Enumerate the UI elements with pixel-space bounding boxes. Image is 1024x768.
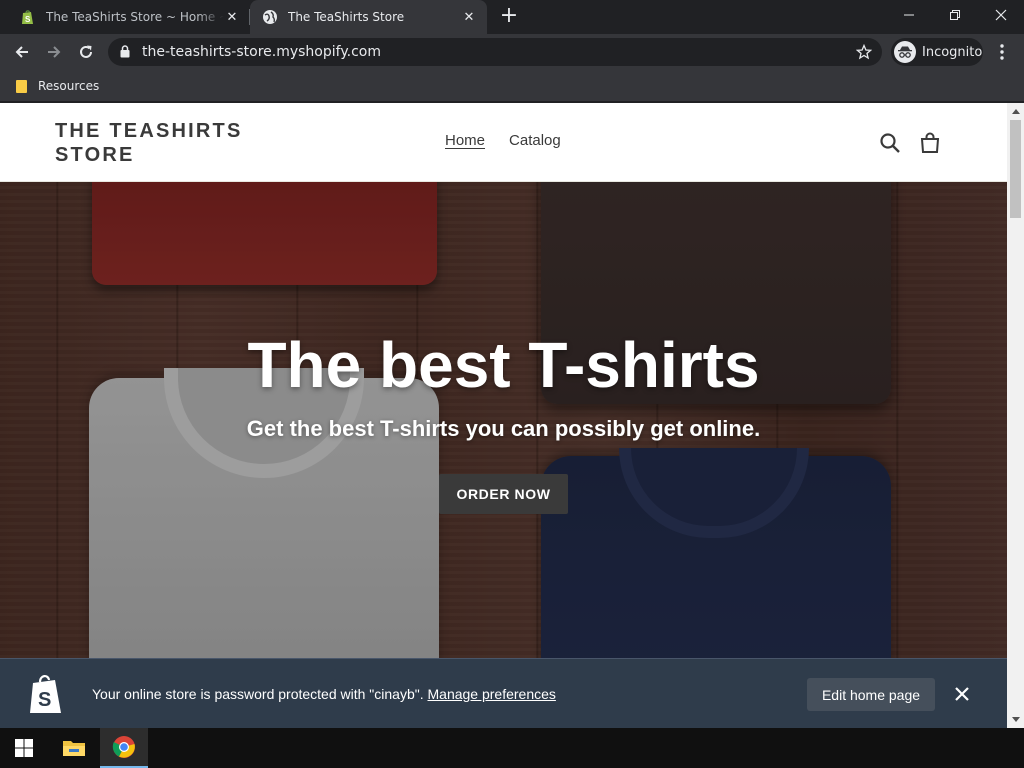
order-now-button[interactable]: ORDER NOW	[439, 474, 568, 514]
manage-preferences-link[interactable]: Manage preferences	[428, 686, 556, 702]
tab-title: The TeaShirts Store ~ Home ~ Shopify	[46, 10, 224, 24]
tab-store[interactable]: The TeaShirts Store ✕	[250, 0, 487, 34]
folder-icon	[16, 79, 27, 93]
minimize-button[interactable]	[886, 0, 932, 30]
store-logo[interactable]: THE TEASHIRTS STORE	[55, 119, 275, 167]
shopify-admin-bar: S Your online store is password protecte…	[0, 658, 1007, 728]
new-tab-button[interactable]: +	[497, 5, 521, 28]
tab-title: The TeaShirts Store	[288, 10, 405, 24]
scrollbar-thumb[interactable]	[1010, 120, 1021, 218]
hero-subtitle: Get the best T-shirts you can possibly g…	[246, 416, 761, 441]
profile-label: Incognito	[922, 44, 983, 60]
arrow-right-icon	[48, 46, 61, 58]
bookmarks-bar: Resources	[0, 70, 1024, 102]
bookmark-label: Resources	[38, 79, 100, 93]
start-button[interactable]	[0, 728, 48, 768]
windows-taskbar	[0, 728, 1024, 768]
search-icon[interactable]	[878, 131, 902, 155]
shopify-icon: S	[22, 10, 33, 24]
close-icon[interactable]	[953, 685, 971, 703]
password-notice: Your online store is password protected …	[92, 659, 556, 728]
file-explorer-taskbar-button[interactable]	[50, 728, 98, 768]
address-bar[interactable]: the-teashirts-store.myshopify.com	[108, 38, 882, 66]
chrome-icon	[112, 736, 135, 758]
back-button[interactable]	[8, 38, 36, 66]
browser-menu-button[interactable]	[990, 38, 1014, 66]
svg-text:S: S	[38, 689, 51, 711]
windows-logo-icon	[15, 739, 33, 757]
scroll-up-arrow-icon[interactable]	[1007, 103, 1024, 120]
bookmark-star-icon[interactable]	[856, 44, 872, 60]
hero-banner: The best T-shirts Get the best T-shirts …	[0, 182, 1007, 658]
page-viewport: THE TEASHIRTS STORE Home Catalog The bes…	[0, 103, 1007, 728]
site-header: THE TEASHIRTS STORE Home Catalog	[0, 103, 1007, 182]
chrome-taskbar-button[interactable]	[100, 728, 148, 768]
reload-icon	[80, 45, 92, 58]
arrow-left-icon	[15, 46, 28, 58]
tab-shopify-admin[interactable]: S The TeaShirts Store ~ Home ~ Shopify ✕	[8, 0, 250, 34]
lock-icon	[120, 45, 130, 58]
minimize-icon	[904, 14, 914, 16]
cart-icon[interactable]	[918, 131, 942, 155]
incognito-profile-button[interactable]: Incognito	[891, 38, 983, 66]
incognito-icon	[894, 41, 916, 63]
url-text: the-teashirts-store.myshopify.com	[142, 44, 381, 60]
bookmark-folder-resources[interactable]: Resources	[10, 74, 105, 98]
main-nav: Home Catalog	[445, 132, 561, 149]
kebab-menu-icon	[1000, 44, 1004, 60]
hero-title: The best T-shirts	[247, 329, 760, 401]
scroll-down-arrow-icon[interactable]	[1007, 711, 1024, 728]
nav-catalog[interactable]: Catalog	[509, 132, 561, 149]
close-window-button[interactable]	[978, 0, 1024, 30]
password-message: Your online store is password protected …	[92, 686, 424, 702]
tab-close-icon[interactable]: ✕	[224, 9, 240, 25]
restore-icon	[950, 10, 960, 20]
nav-home[interactable]: Home	[445, 132, 485, 149]
close-icon	[995, 9, 1007, 21]
tab-close-icon[interactable]: ✕	[461, 9, 477, 25]
shopify-bag-icon: S	[30, 675, 61, 713]
folder-icon	[63, 741, 85, 756]
browser-toolbar: the-teashirts-store.myshopify.com Incogn…	[0, 34, 1024, 70]
globe-icon	[263, 10, 277, 24]
reload-button[interactable]	[72, 38, 100, 66]
forward-button[interactable]	[40, 38, 68, 66]
edit-home-page-button[interactable]: Edit home page	[807, 678, 935, 711]
restore-button[interactable]	[932, 0, 978, 30]
tab-strip: S The TeaShirts Store ~ Home ~ Shopify ✕…	[0, 0, 1024, 34]
page-scrollbar[interactable]	[1007, 103, 1024, 728]
svg-text:S: S	[25, 15, 31, 24]
